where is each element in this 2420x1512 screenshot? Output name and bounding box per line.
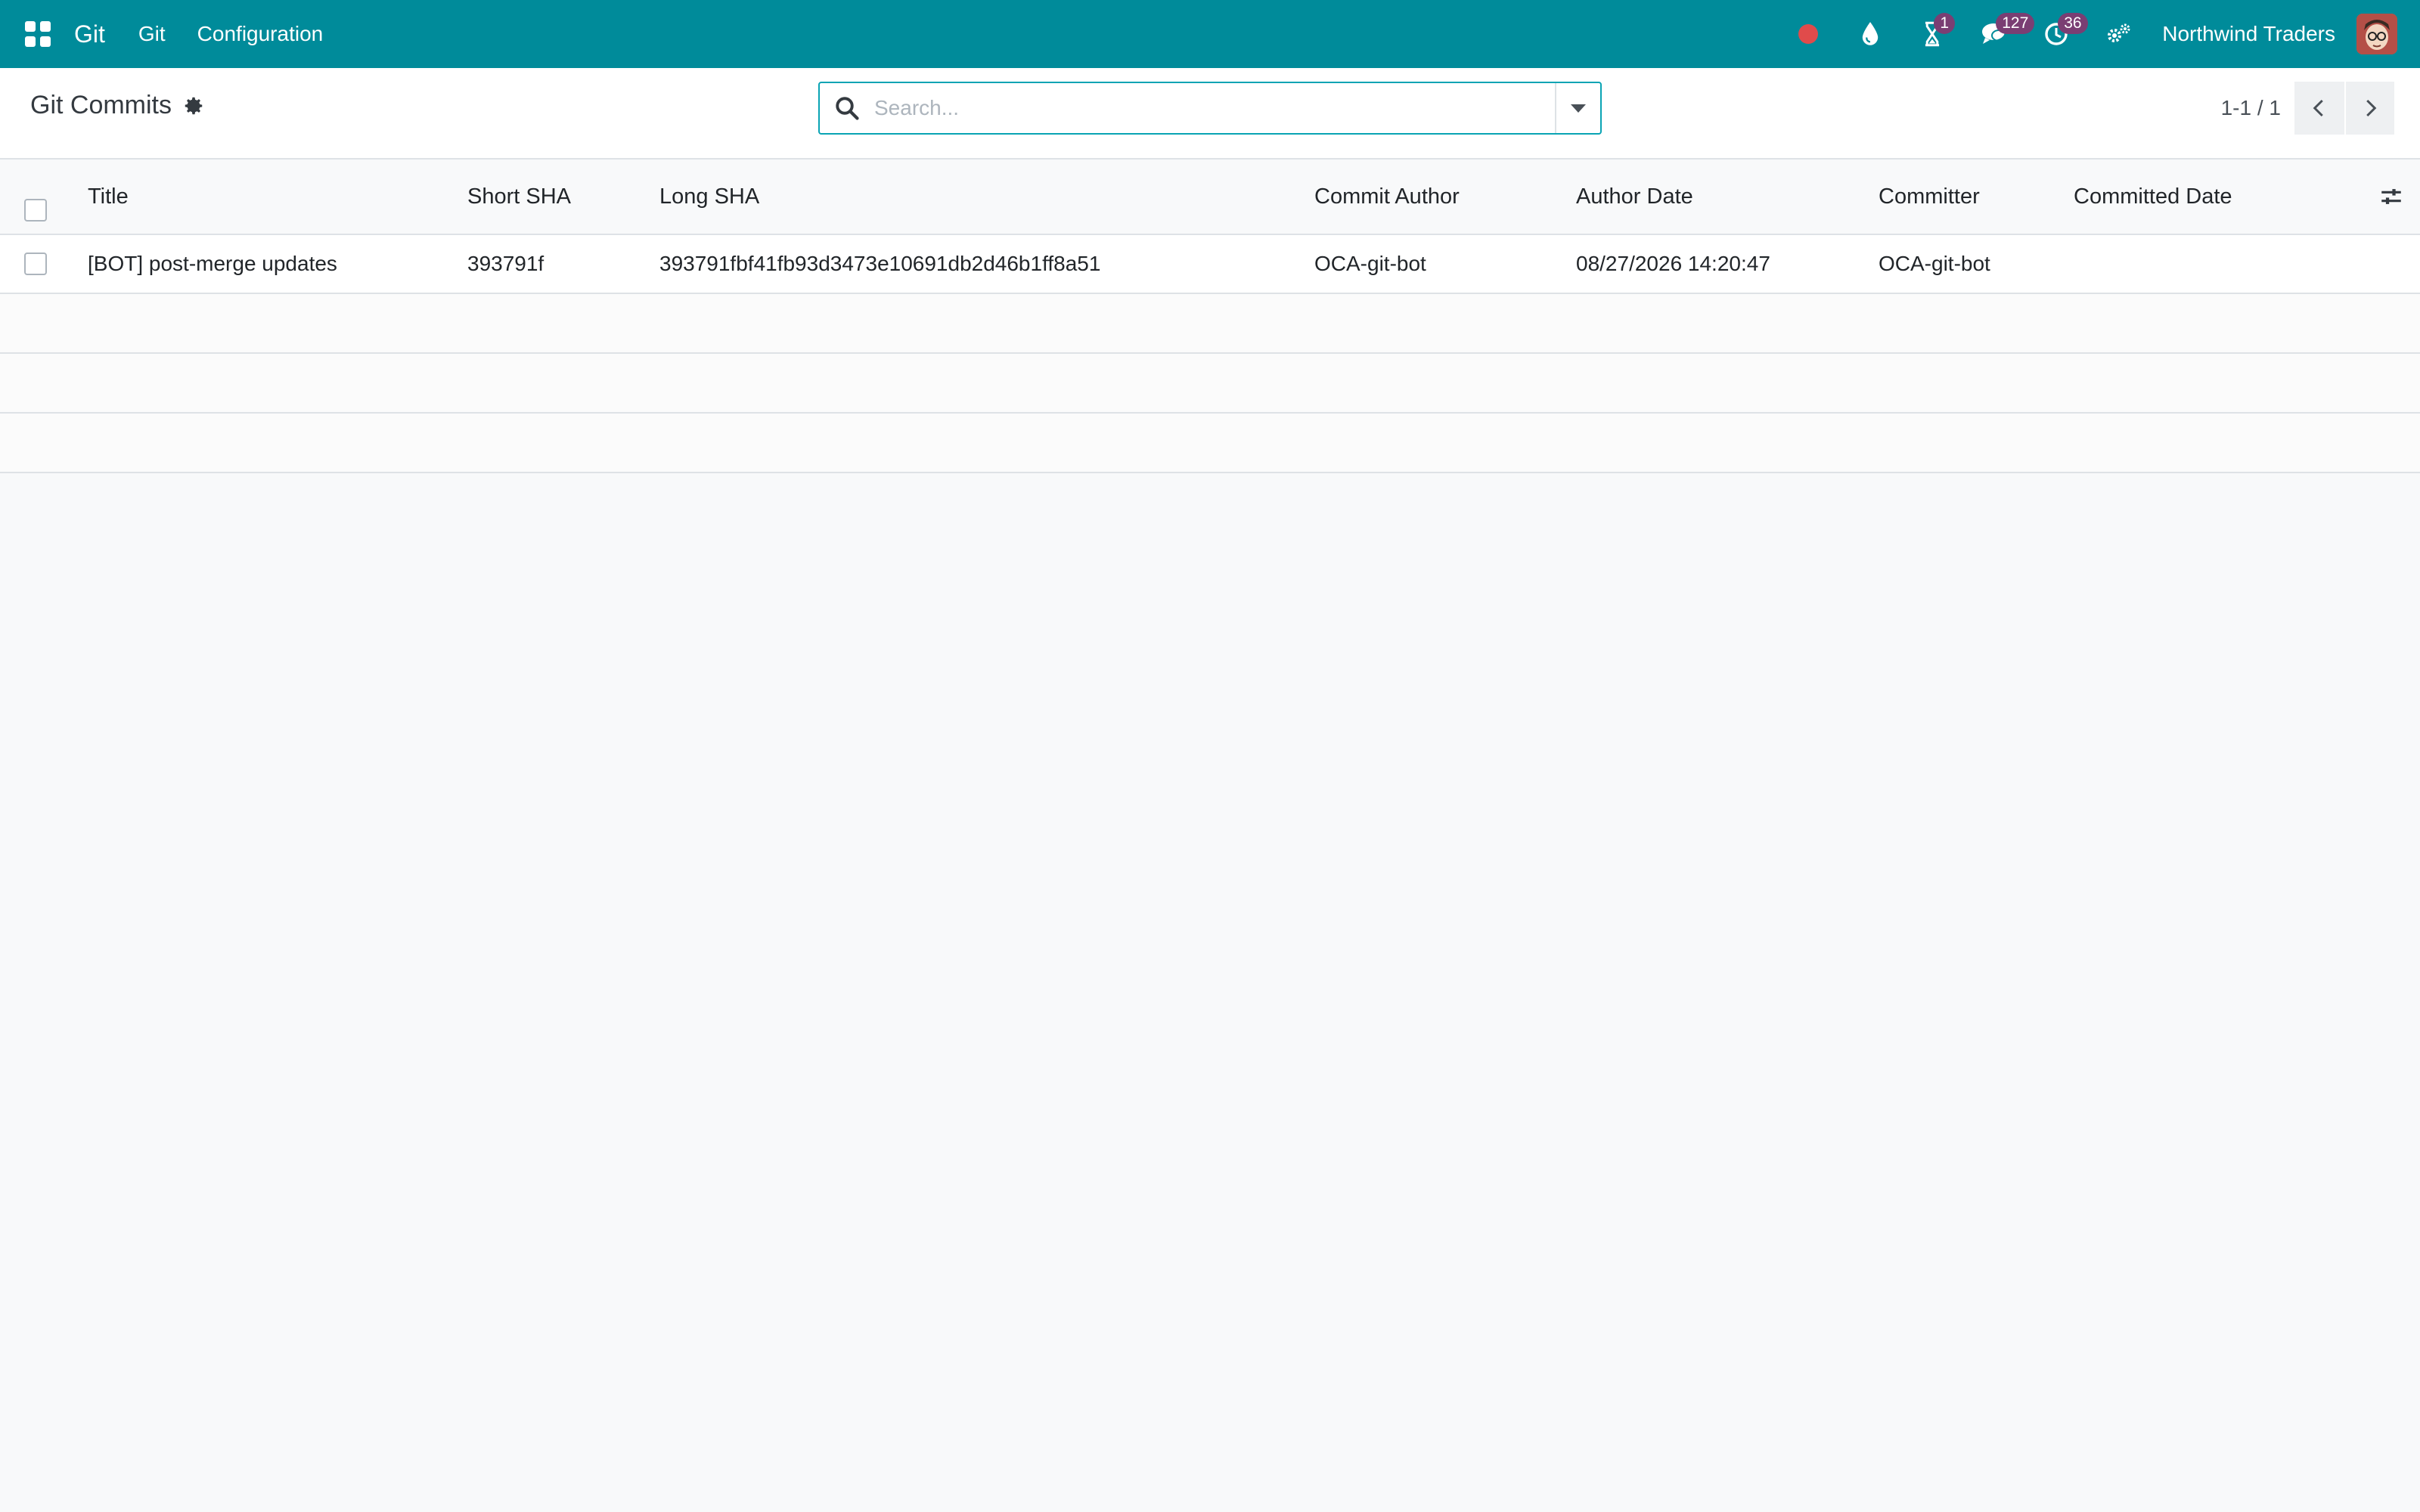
commits-list: Title Short SHA Long SHA Commit Author A…: [0, 160, 2420, 473]
column-header-title[interactable]: Title: [88, 160, 129, 234]
company-switcher[interactable]: Northwind Traders: [2162, 22, 2335, 46]
empty-row: [0, 294, 2420, 354]
column-header-short-sha[interactable]: Short SHA: [467, 160, 571, 234]
caret-down-icon: [1571, 104, 1586, 113]
column-header-committer[interactable]: Committer: [1879, 160, 1980, 234]
user-avatar[interactable]: [2356, 14, 2397, 54]
app-brand[interactable]: Git: [74, 20, 105, 48]
column-header-committed-date[interactable]: Committed Date: [2074, 160, 2232, 234]
pager-next-button[interactable]: [2344, 82, 2394, 135]
page-title-text: Git Commits: [30, 91, 172, 119]
pager-previous-button[interactable]: [2294, 82, 2344, 135]
empty-row: [0, 354, 2420, 414]
cell-commit-author: OCA-git-bot: [1314, 252, 1426, 275]
search-input[interactable]: [874, 84, 1555, 132]
column-header-author-date[interactable]: Author Date: [1576, 160, 1693, 234]
menu-git[interactable]: Git: [138, 22, 166, 46]
gear-icon[interactable]: [182, 94, 205, 117]
hourglass-icon[interactable]: 1: [1916, 13, 1956, 51]
clock-icon[interactable]: 36: [2040, 13, 2088, 51]
search-bar: [818, 82, 1602, 135]
chevron-left-icon: [2313, 99, 2323, 117]
column-header-long-sha[interactable]: Long SHA: [659, 160, 759, 234]
pager: 1-1 / 1: [2221, 82, 2394, 135]
row-select-cell: [24, 235, 47, 293]
messages-badge: 127: [1996, 13, 2035, 34]
cell-title: [BOT] post-merge updates: [88, 252, 337, 275]
settings-gears-icon[interactable]: [2102, 17, 2135, 51]
table-header: Title Short SHA Long SHA Commit Author A…: [0, 160, 2420, 235]
cell-long-sha: 393791fbf41fb93d3473e10691db2d46b1ff8a51: [659, 252, 1101, 275]
sliders-icon: [2381, 189, 2401, 204]
pager-value[interactable]: 1-1 / 1: [2221, 96, 2281, 120]
drop-icon[interactable]: [1854, 17, 1887, 51]
search-options-toggle[interactable]: [1555, 83, 1600, 133]
control-panel: Git Commits 1-1 / 1: [0, 68, 2420, 160]
select-all-cell: [24, 160, 47, 234]
app-switcher-icon[interactable]: [21, 17, 54, 51]
search-icon: [836, 97, 859, 120]
navbar-systray: 1 127 36 Northwind Traders: [1763, 0, 2420, 68]
activities-badge: 1: [1934, 13, 1956, 34]
column-header-commit-author[interactable]: Commit Author: [1314, 160, 1460, 234]
row-checkbox[interactable]: [24, 253, 47, 275]
top-navbar: Git Git Configuration 1 127 36 Northwind…: [0, 0, 2420, 68]
cell-committer: OCA-git-bot: [1879, 252, 1990, 275]
chevron-right-icon: [2366, 99, 2377, 117]
cell-author-date: 08/27/2026 14:20:47: [1576, 252, 1770, 275]
messages-icon[interactable]: 127: [1978, 13, 2035, 51]
optional-columns-toggle[interactable]: [2376, 160, 2406, 234]
table-row[interactable]: [BOT] post-merge updates 393791f 393791f…: [0, 235, 2420, 294]
cell-short-sha: 393791f: [467, 252, 544, 275]
page-title: Git Commits: [30, 91, 205, 120]
clock-badge: 36: [2058, 13, 2088, 34]
record-icon[interactable]: [1792, 17, 1825, 51]
menu-configuration[interactable]: Configuration: [197, 22, 324, 46]
select-all-checkbox[interactable]: [24, 199, 47, 222]
record-dot: [1798, 24, 1819, 44]
empty-row: [0, 414, 2420, 473]
